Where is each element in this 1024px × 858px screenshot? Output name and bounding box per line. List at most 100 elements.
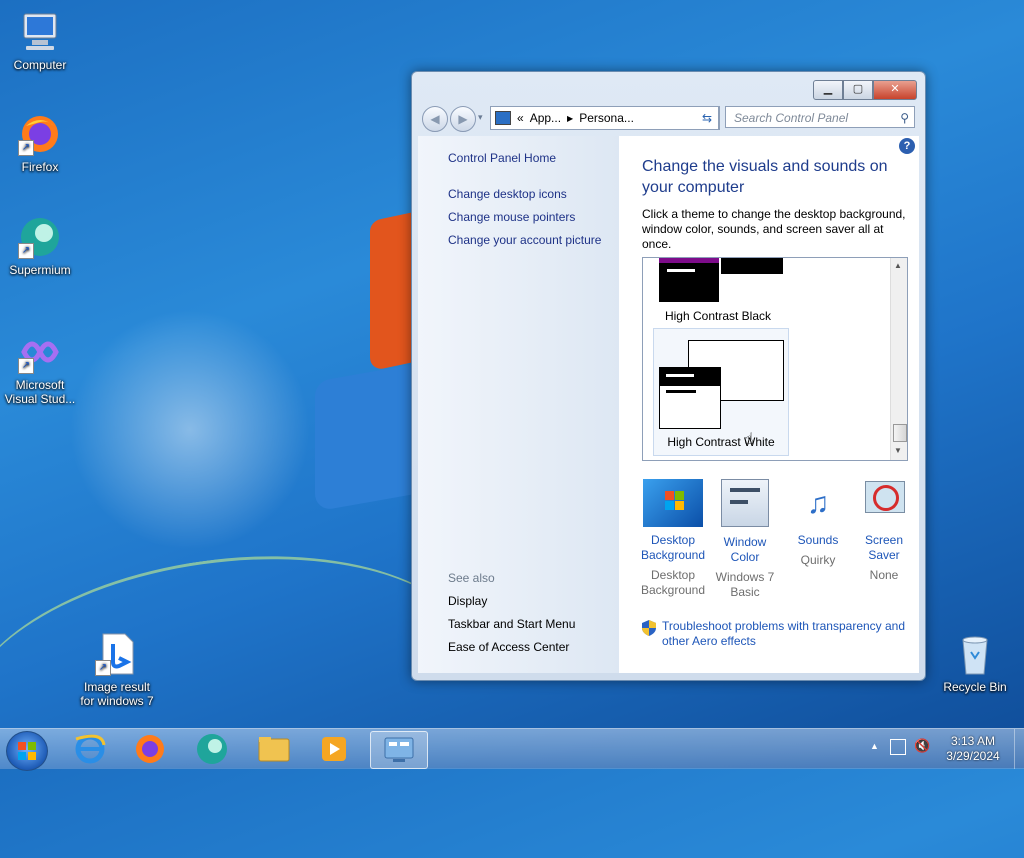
taskbar-start-menu-link[interactable]: Taskbar and Start Menu (448, 617, 575, 631)
sounds-option[interactable]: ♫ Sounds Quirky (783, 479, 853, 568)
desktop-icon-label: Recycle Bin (943, 680, 1007, 694)
ease-of-access-link[interactable]: Ease of Access Center (448, 640, 569, 654)
show-desktop-button[interactable] (1014, 729, 1024, 769)
theme-list-scrollbar[interactable]: ▲ ▼ (890, 258, 907, 460)
theme-name: High Contrast Black (664, 309, 772, 323)
supermium-icon: ↗ (18, 215, 62, 259)
left-pane: Control Panel Home Change desktop icons … (418, 136, 619, 673)
option-label[interactable]: Desktop Background (638, 533, 708, 563)
firefox-icon: ↗ (18, 112, 62, 156)
maximize-button[interactable]: ▢ (843, 80, 873, 100)
page-title: Change the visuals and sounds on your co… (642, 158, 888, 196)
clock-time: 3:13 AM (950, 734, 996, 748)
taskbar: ▲ 🔇 3:13 AM 3/29/2024 (0, 728, 1024, 771)
minimize-button[interactable]: ▁ (813, 80, 843, 100)
taskbar-control-panel[interactable] (370, 731, 428, 769)
taskbar-supermium[interactable] (184, 731, 240, 767)
desktop-icon-firefox[interactable]: ↗ Firefox (0, 112, 80, 174)
theme-item-high-contrast-white[interactable]: High Contrast White ☝ (653, 328, 789, 456)
clock-date: 3/29/2024 (946, 749, 1000, 763)
search-input[interactable]: Search Control Panel ⚲ (725, 106, 915, 128)
close-button[interactable]: ✕ (873, 80, 917, 100)
firefox-icon (136, 735, 164, 763)
desktop-icon-label: Firefox (21, 160, 59, 174)
shortcut-arrow-icon: ↗ (95, 660, 111, 676)
search-icon[interactable]: ⚲ (900, 107, 909, 129)
refresh-button[interactable]: ⇆ (696, 106, 719, 130)
hand-cursor-icon: ☝ (744, 431, 754, 448)
computer-icon (18, 10, 62, 54)
breadcrumb-overflow[interactable]: « (517, 111, 524, 125)
recent-pages-chevron-icon[interactable]: ▾ (478, 112, 483, 123)
folder-icon (258, 737, 290, 762)
clock[interactable]: 3:13 AM 3/29/2024 (938, 734, 1008, 764)
desktop-icon-computer[interactable]: Computer (0, 10, 80, 72)
control-panel-home-link[interactable]: Control Panel Home (448, 151, 556, 165)
theme-name: High Contrast White (667, 435, 775, 449)
control-panel-icon (495, 111, 511, 125)
breadcrumb-separator-icon[interactable]: ▶ (567, 114, 573, 123)
desktop-icon-recycle-bin[interactable]: Recycle Bin (935, 632, 1015, 694)
internet-explorer-icon (75, 734, 106, 764)
option-label[interactable]: Screen Saver (849, 533, 919, 563)
screen-saver-icon (861, 479, 907, 525)
network-icon[interactable] (890, 739, 906, 755)
scroll-down-icon[interactable]: ▼ (894, 446, 902, 455)
windows-logo-icon (18, 742, 36, 760)
scroll-up-icon[interactable]: ▲ (894, 261, 902, 270)
search-placeholder: Search Control Panel (734, 111, 849, 125)
image-file-icon: ↗ (95, 632, 139, 676)
theme-preview-black (659, 258, 719, 302)
desktop-icon-visual-studio[interactable]: ↗ Microsoft Visual Stud... (0, 330, 80, 406)
theme-item-high-contrast-black[interactable]: High Contrast Black (653, 258, 783, 324)
taskbar-file-explorer[interactable] (246, 731, 302, 767)
back-button[interactable]: ◀ (422, 106, 448, 132)
screen-saver-option[interactable]: Screen Saver None (849, 479, 919, 583)
page-description: Click a theme to change the desktop back… (642, 207, 906, 251)
personalization-window: ▁ ▢ ✕ ◀ ▶ ▾ « App... ▶ Persona... ▼ ⇆ Se… (411, 71, 926, 681)
sounds-icon: ♫ (806, 487, 830, 520)
scrollbar-thumb[interactable] (893, 424, 907, 442)
media-player-icon (322, 737, 346, 761)
forward-button[interactable]: ▶ (450, 106, 476, 132)
address-bar[interactable]: « App... ▶ Persona... ▼ (490, 106, 720, 130)
change-account-picture-link[interactable]: Change your account picture (448, 233, 601, 247)
shortcut-arrow-icon: ↗ (18, 358, 34, 374)
content-area: Control Panel Home Change desktop icons … (418, 136, 919, 673)
breadcrumb-personalization[interactable]: Persona... (579, 111, 634, 125)
shortcut-arrow-icon: ↗ (18, 140, 34, 156)
navigation-bar: ◀ ▶ ▾ « App... ▶ Persona... ▼ ⇆ Search C… (420, 106, 917, 132)
option-value: Quirky (800, 553, 836, 567)
recycle-bin-icon (953, 632, 997, 676)
troubleshoot-link[interactable]: Troubleshoot problems with transparency … (662, 619, 912, 649)
wallpaper-logo-blue (315, 362, 425, 512)
desktop-icon-label: Supermium (9, 263, 71, 277)
option-label[interactable]: Window Color (710, 535, 780, 565)
window-color-option[interactable]: Window Color Windows 7 Basic (710, 479, 780, 600)
display-link[interactable]: Display (448, 594, 487, 608)
volume-muted-icon[interactable]: 🔇 (914, 738, 930, 754)
option-label[interactable]: Sounds (783, 533, 853, 548)
start-button[interactable] (6, 731, 48, 771)
taskbar-internet-explorer[interactable] (62, 731, 118, 767)
breadcrumb-appearance[interactable]: App... (530, 111, 561, 125)
taskbar-media-player[interactable] (306, 731, 362, 767)
desktop-icon-supermium[interactable]: ↗ Supermium (0, 215, 80, 277)
show-hidden-icons-button[interactable]: ▲ (870, 741, 879, 751)
supermium-icon (197, 734, 227, 764)
desktop-icon-label: Microsoft Visual Stud... (4, 378, 76, 406)
taskbar-firefox[interactable] (122, 731, 178, 767)
window-color-icon (721, 479, 769, 527)
see-also-label: See also (448, 571, 495, 585)
shield-icon (642, 620, 656, 636)
desktop-icon-image-file[interactable]: ↗ Image result for windows 7 (77, 632, 157, 708)
control-panel-icon (384, 737, 414, 762)
visual-studio-icon: ↗ (18, 330, 62, 374)
desktop-icon-label: Image result for windows 7 (80, 680, 154, 708)
desktop-background-option[interactable]: Desktop Background Desktop Background (638, 479, 708, 598)
help-icon[interactable]: ? (899, 138, 915, 154)
change-mouse-pointers-link[interactable]: Change mouse pointers (448, 210, 575, 224)
change-desktop-icons-link[interactable]: Change desktop icons (448, 187, 567, 201)
option-value: Desktop Background (640, 568, 706, 597)
shortcut-arrow-icon: ↗ (18, 243, 34, 259)
